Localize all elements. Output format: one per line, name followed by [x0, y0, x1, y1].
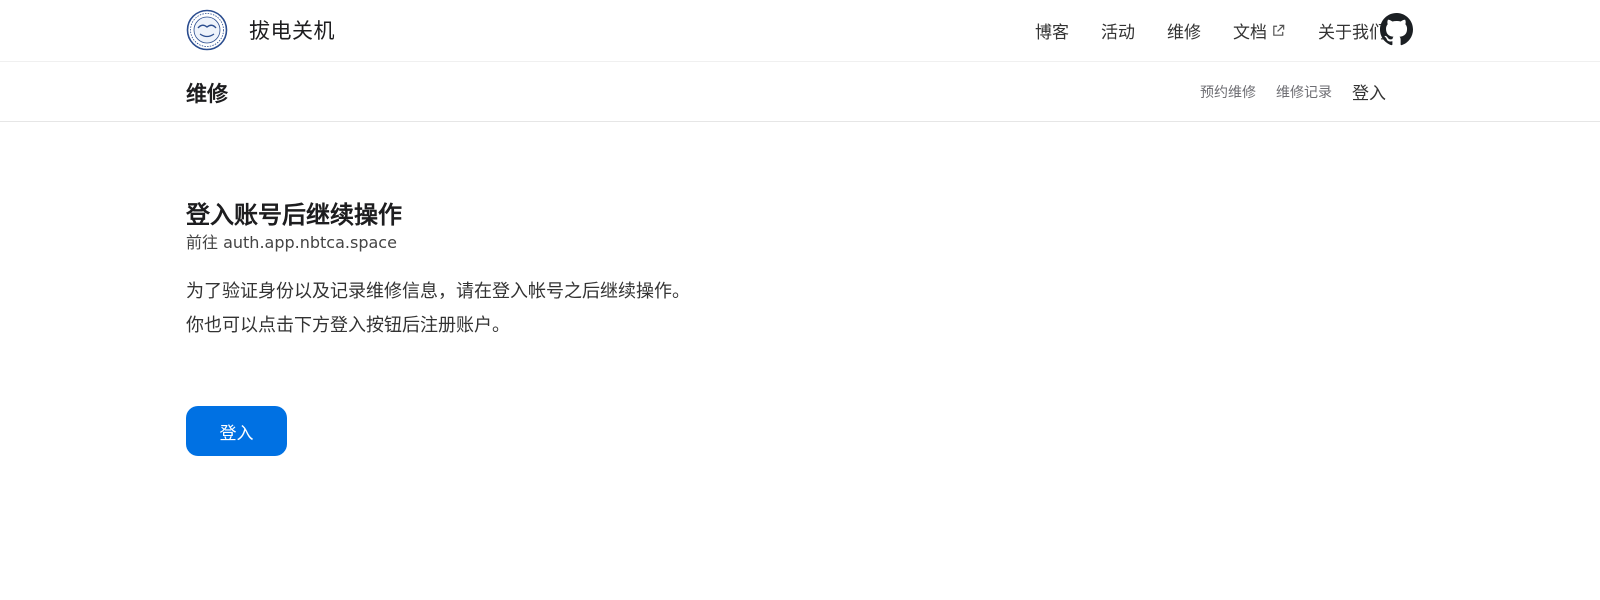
nav-item-label: 关于我们 [1318, 23, 1386, 43]
description: 为了验证身份以及记录维修信息，请在登入帐号之后继续操作。 你也可以点击下方登入按… [186, 275, 690, 343]
brand-name: 拔电关机 [249, 19, 335, 43]
main-nav: 博客 活动 维修 文档 关于我们 [1035, 0, 1386, 61]
nav-item-docs[interactable]: 文档 [1233, 18, 1286, 43]
top-navbar: 拔电关机 博客 活动 维修 文档 关于我们 [0, 0, 1600, 62]
description-line: 你也可以点击下方登入按钮后注册账户。 [186, 314, 510, 336]
external-link-icon [1273, 24, 1285, 36]
login-prompt: 登入账号后继续操作 前往 auth.app.nbtca.space 为了验证身份… [186, 200, 690, 343]
sub-navbar: 维修 预约维修 维修记录 登入 [0, 62, 1600, 122]
nav-item-about[interactable]: 关于我们 [1318, 18, 1386, 43]
nav-item-events[interactable]: 活动 [1101, 18, 1135, 43]
nav-item-label: 维修 [1167, 23, 1201, 43]
nav-item-label: 活动 [1101, 23, 1135, 43]
login-link[interactable]: 登入 [1352, 79, 1386, 104]
logo-icon [186, 9, 228, 51]
sub-nav: 预约维修 维修记录 登入 [1200, 62, 1386, 121]
description-line: 为了验证身份以及记录维修信息，请在登入帐号之后继续操作。 [186, 280, 690, 302]
auth-subhead: 前往 auth.app.nbtca.space [186, 233, 397, 253]
github-icon [1380, 13, 1413, 46]
nav-item-label: 博客 [1035, 23, 1069, 43]
login-button[interactable]: 登入 [186, 406, 287, 456]
book-repair-link[interactable]: 预约维修 [1200, 82, 1256, 102]
headline: 登入账号后继续操作 [186, 201, 402, 229]
nav-item-blog[interactable]: 博客 [1035, 18, 1069, 43]
repair-history-link[interactable]: 维修记录 [1276, 82, 1332, 102]
brand[interactable]: 拔电关机 [186, 9, 335, 51]
nav-item-repair[interactable]: 维修 [1167, 18, 1201, 43]
page-title: 维修 [186, 82, 228, 106]
github-link[interactable] [1380, 13, 1413, 46]
nav-item-label: 文档 [1233, 23, 1267, 43]
